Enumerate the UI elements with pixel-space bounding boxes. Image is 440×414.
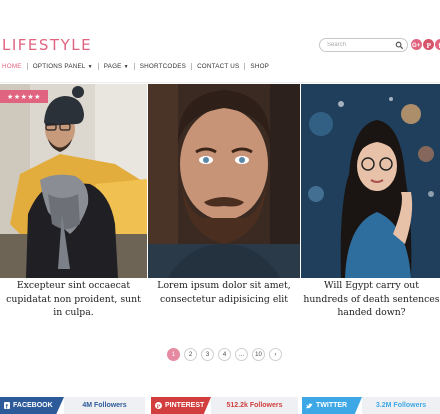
twitter-follow-button[interactable]: TWITTER 3.2M Followers	[302, 397, 440, 414]
nav-divider	[97, 63, 99, 70]
page-2-button[interactable]: 2	[184, 348, 197, 361]
search-icon[interactable]	[395, 41, 404, 50]
post-image-1[interactable]	[0, 84, 147, 278]
main-navigation: HOME OPTIONS PANEL ▼ PAGE ▼ SHORTCODES CON…	[2, 63, 269, 70]
page-10-button[interactable]: 10	[252, 348, 265, 361]
nav-contact-us[interactable]: CONTACT US	[197, 63, 239, 70]
page-ellipsis: ...	[235, 348, 248, 361]
pinterest-count: 512.2k Followers	[211, 397, 298, 414]
post-title-2[interactable]: Lorem ipsum dolor sit amet, consectetur …	[150, 279, 298, 306]
page-3-button[interactable]: 3	[201, 348, 214, 361]
twitter-label: TWITTER	[316, 402, 348, 409]
nav-divider	[133, 63, 135, 70]
nav-divider	[191, 63, 193, 70]
nav-divider-line	[0, 82, 440, 83]
nav-divider	[26, 63, 28, 70]
search-box[interactable]	[319, 38, 408, 52]
nav-home[interactable]: HOME	[2, 63, 22, 70]
facebook-icon: f	[4, 402, 10, 409]
pinterest-icon: P	[155, 402, 162, 409]
nav-shop[interactable]: SHOP	[250, 63, 269, 70]
post-title-3[interactable]: Will Egypt carry out hundreds of death s…	[303, 279, 440, 320]
svg-text:P: P	[426, 41, 431, 49]
svg-text:G+: G+	[412, 43, 421, 48]
post-image-3[interactable]	[301, 84, 440, 278]
facebook-count: 4M Followers	[64, 397, 145, 414]
chevron-down-icon: ▼	[87, 63, 93, 70]
nav-divider	[244, 63, 246, 70]
nav-options-panel[interactable]: OPTIONS PANEL ▼	[33, 63, 93, 70]
pagination: 1 2 3 4 ... 10 ›	[167, 348, 282, 361]
nav-page[interactable]: PAGE ▼	[104, 63, 129, 70]
rating-badge: ★★★★★	[0, 90, 48, 103]
search-input[interactable]	[327, 40, 393, 50]
site-logo[interactable]: LIFESTYLE	[2, 36, 92, 54]
page-4-button[interactable]: 4	[218, 348, 231, 361]
pinterest-icon[interactable]: P	[423, 39, 434, 50]
page-1-button[interactable]: 1	[167, 348, 180, 361]
post-image-2[interactable]	[148, 84, 300, 278]
twitter-icon	[306, 403, 313, 409]
google-plus-icon[interactable]: G+	[411, 39, 422, 50]
post-title-1[interactable]: Excepteur sint occaecat cupidatat non pr…	[2, 279, 145, 320]
pinterest-label: PINTEREST	[165, 402, 205, 409]
pinterest-follow-button[interactable]: P PINTEREST 512.2k Followers	[151, 397, 298, 414]
facebook-icon[interactable]: f	[435, 39, 440, 50]
chevron-down-icon: ▼	[123, 63, 129, 70]
next-page-button[interactable]: ›	[269, 348, 282, 361]
facebook-follow-button[interactable]: f FACEBOOK 4M Followers	[0, 397, 145, 414]
facebook-label: FACEBOOK	[13, 402, 53, 409]
nav-shortcodes[interactable]: SHORTCODES	[140, 63, 186, 70]
twitter-count: 3.2M Followers	[362, 397, 440, 414]
